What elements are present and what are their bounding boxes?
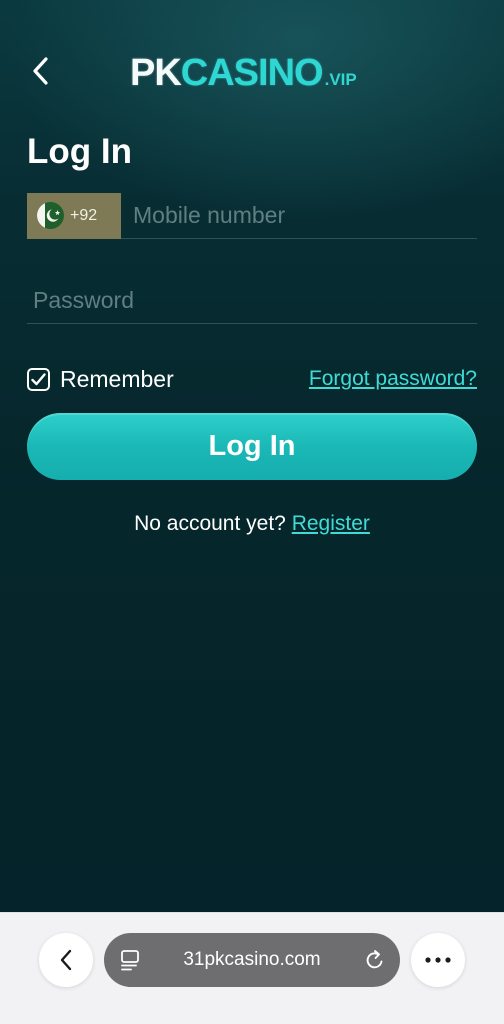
country-code-selector[interactable]: +92: [27, 192, 121, 239]
password-field-row: [27, 278, 477, 324]
chevron-left-icon: [60, 949, 72, 971]
more-options-button[interactable]: [411, 933, 465, 987]
browser-toolbar: 31pkcasino.com: [0, 912, 504, 1024]
pkcasino-logo: PK CASINO .VIP: [130, 52, 357, 96]
pakistan-flag-icon: [37, 202, 64, 229]
mobile-number-input[interactable]: [121, 193, 477, 238]
reload-icon[interactable]: [364, 948, 386, 977]
password-input[interactable]: [27, 278, 477, 323]
ellipsis-icon: [425, 957, 451, 963]
browser-back-button[interactable]: [39, 933, 93, 987]
chevron-left-icon: [33, 57, 48, 85]
remember-label: Remember: [60, 365, 174, 392]
register-link[interactable]: Register: [292, 512, 370, 535]
mobile-field-row: +92: [27, 192, 477, 239]
checkbox-checked-icon[interactable]: [27, 367, 50, 391]
login-button[interactable]: Log In: [27, 413, 477, 480]
country-code-text: +92: [70, 206, 98, 224]
forgot-password-link[interactable]: Forgot password?: [309, 365, 477, 393]
no-account-text: No account yet?: [134, 512, 286, 535]
back-button[interactable]: [24, 52, 58, 90]
app-screen: PK CASINO .VIP Log In +92 Mobile number …: [0, 0, 504, 912]
logo-suffix-text: .VIP: [324, 70, 357, 89]
register-prompt: No account yet? Register: [0, 512, 504, 536]
remember-checkbox[interactable]: Remember: [27, 365, 174, 393]
logo-casino-text: CASINO: [180, 52, 324, 94]
address-bar[interactable]: 31pkcasino.com: [104, 933, 400, 987]
page-title: Log In: [27, 132, 132, 171]
url-text: 31pkcasino.com: [183, 949, 321, 970]
logo-pk-text: PK: [130, 52, 182, 94]
